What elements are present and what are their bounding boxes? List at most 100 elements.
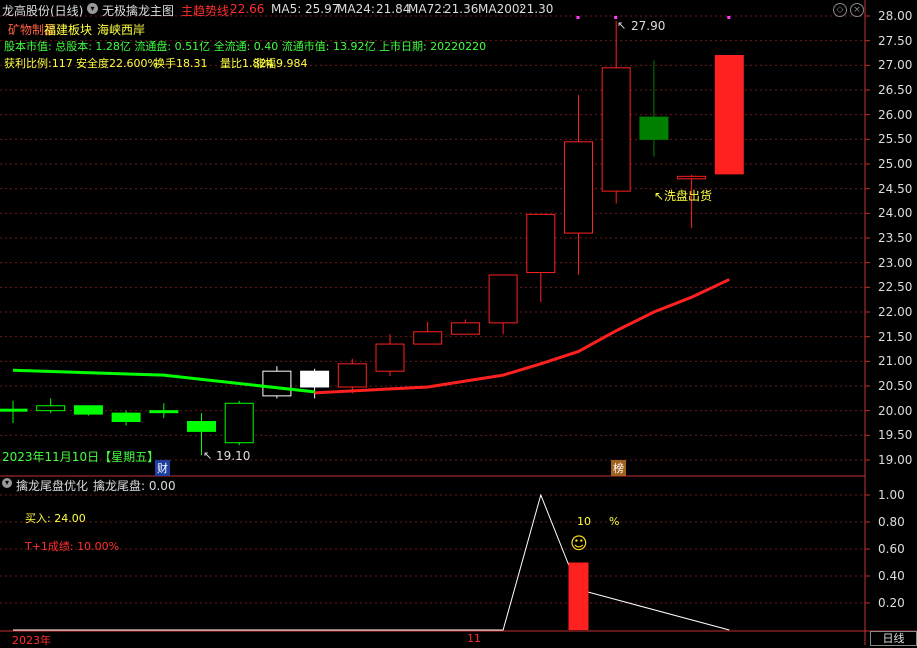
candle	[262, 366, 292, 399]
ratio-profit: 获利比例:117	[4, 57, 73, 70]
year-label: 2023年	[12, 634, 51, 647]
ma5-label: MA5:	[271, 2, 302, 16]
candle-body	[488, 274, 518, 324]
pct-sign: %	[609, 515, 620, 528]
ratio-safety: 安全度22.600%	[76, 57, 158, 70]
y-tick-label: 19.50	[878, 428, 913, 443]
wash-label: ↖洗盘出货	[654, 189, 713, 203]
candle-body	[300, 370, 330, 388]
low-label: 19.10	[216, 449, 251, 463]
date-label: 2023年11月10日【星期五】	[2, 450, 160, 464]
candle	[111, 410, 141, 426]
candle	[224, 400, 254, 446]
y-tick-label: 21.50	[878, 329, 913, 344]
signal-dot	[727, 16, 731, 19]
y-tick-label: 20.00	[878, 403, 913, 418]
sub-chevron-down-icon[interactable]: ▾	[2, 478, 12, 488]
collapse-icon[interactable]: ◇	[833, 3, 847, 17]
sub-bar	[568, 562, 589, 630]
sub-title[interactable]: 擒龙尾盘优化	[16, 477, 88, 494]
candle-body	[413, 331, 443, 345]
chevron-down-icon[interactable]: ▾	[87, 3, 98, 14]
t1-label: T+1成绩: 10.00%	[25, 540, 120, 553]
candle	[714, 54, 744, 175]
sub-indicator-series	[13, 493, 730, 631]
sector-right: 福建板块	[44, 23, 93, 37]
candle	[0, 400, 28, 423]
period-button[interactable]: 日线	[870, 631, 917, 646]
capital-line: 股本市值: 总股本: 1.28亿 流通盘: 0.51亿 全流通: 0.40 流通…	[4, 40, 487, 53]
trend-value: 22.66	[230, 2, 265, 16]
candle-body	[73, 405, 103, 415]
y-tick-label: 27.50	[878, 33, 913, 48]
candle	[601, 20, 631, 204]
y-tick-label: 25.00	[878, 157, 913, 171]
ma200-value: 21.30	[519, 2, 554, 16]
y-tick-label: 20.50	[878, 379, 913, 393]
candle	[639, 60, 669, 157]
sub-y-tick-label: 0.60	[878, 542, 905, 556]
y-tick-label: 22.50	[878, 280, 913, 295]
y-tick-label: 26.50	[878, 83, 913, 97]
candle	[149, 403, 179, 419]
ma5-value: 25.97	[305, 2, 340, 16]
sector-extra: 海峡西岸	[97, 23, 146, 37]
candle	[488, 274, 518, 335]
ma200-label: MA200:	[478, 2, 524, 16]
sub-y-tick-label: 0.20	[878, 596, 905, 610]
trend-label: 主趋势线:	[181, 4, 234, 18]
y-tick-label: 23.50	[878, 231, 913, 245]
badge-cai[interactable]: 财	[155, 460, 170, 476]
month-label: 11	[467, 632, 481, 645]
y-tick-label: 25.50	[878, 132, 913, 147]
candle-body	[149, 410, 179, 414]
y-tick-label: 28.00	[878, 9, 913, 23]
ma24-value: 21.84	[376, 2, 411, 16]
chart-canvas	[0, 0, 917, 645]
candle-body	[111, 412, 141, 423]
candle	[526, 213, 556, 303]
indicator-name[interactable]: 无极擒龙主图	[102, 2, 174, 19]
signal-dot	[576, 16, 580, 19]
low-arrow: ↖	[203, 449, 213, 462]
y-tick-label: 27.00	[878, 58, 913, 73]
candle-body	[564, 141, 593, 234]
candle-body	[187, 421, 216, 432]
candle-body	[601, 67, 631, 192]
y-tick-label: 26.00	[878, 107, 913, 122]
candle-body	[450, 322, 480, 335]
ma72-value: 21.36	[444, 2, 479, 16]
sub-y-tick-label: 0.40	[878, 569, 905, 583]
sub-grid	[0, 494, 870, 604]
candle-body	[526, 213, 556, 274]
ma24-label: MA24:	[337, 2, 375, 16]
buy-label: 买入: 24.00	[25, 512, 86, 525]
y-tick-label: 22.00	[878, 305, 913, 319]
smiley-icon: ☺	[570, 534, 588, 554]
candle	[564, 94, 593, 275]
candle	[413, 321, 443, 345]
sub-line	[13, 493, 730, 631]
candle-body	[337, 363, 367, 388]
candle-body	[375, 343, 405, 372]
candle	[450, 319, 480, 335]
pct-num: 10	[577, 515, 591, 528]
close-icon[interactable]: ×	[850, 3, 864, 17]
y-tick-label: 23.00	[878, 255, 913, 270]
candle-body	[714, 54, 744, 175]
ma72-label: MA72:	[408, 2, 446, 16]
candle-body	[262, 370, 292, 397]
candle-body	[677, 175, 707, 180]
candle-body	[0, 408, 28, 412]
sub-y-tick-label: 0.80	[878, 515, 905, 529]
badge-bang[interactable]: 榜	[611, 460, 626, 476]
sub-y-tick-label: 1.00	[878, 488, 905, 502]
stock-name[interactable]: 龙高股份(日线)	[2, 2, 83, 19]
ratio-change: 涨幅9.984	[254, 57, 308, 70]
y-tick-label: 24.00	[878, 206, 913, 221]
high-label: 27.90	[631, 19, 666, 33]
y-tick-label: 24.50	[878, 181, 913, 196]
sub-value-label: 擒龙尾盘: 0.00	[93, 479, 176, 493]
candle-body	[224, 402, 254, 444]
y-tick-label: 19.00	[878, 453, 913, 467]
